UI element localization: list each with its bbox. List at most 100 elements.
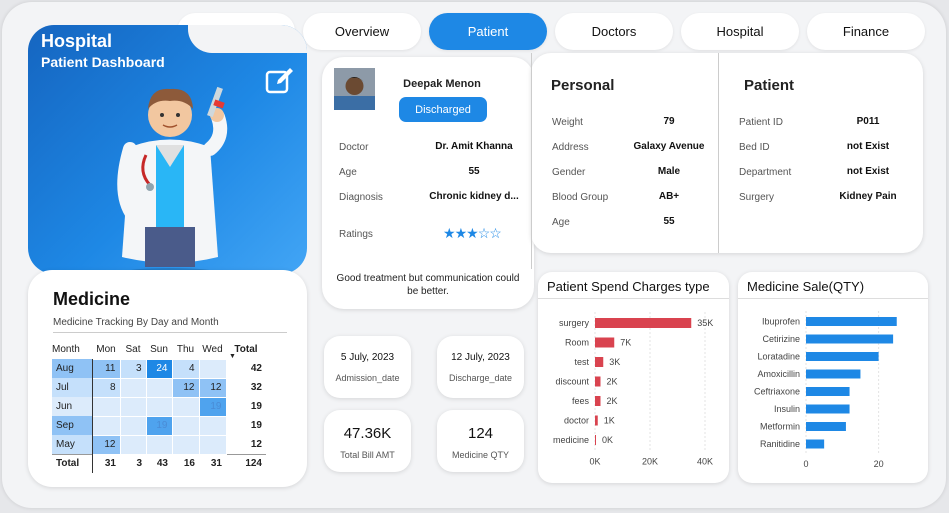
personal-age-value: 55	[663, 216, 675, 227]
tab-doctors[interactable]: Doctors	[555, 13, 673, 50]
matrix-cell: 19	[145, 415, 173, 436]
bar[interactable]	[806, 334, 894, 344]
gender-label: Gender	[552, 167, 586, 178]
matrix-month-cell: Jun	[52, 397, 93, 416]
bar[interactable]	[595, 337, 615, 348]
matrix-total-cell: Total	[52, 453, 93, 473]
discharged-status-button[interactable]: Discharged	[399, 97, 487, 122]
matrix-month-cell: May	[52, 435, 93, 454]
address-label: Address	[552, 142, 589, 153]
matrix-total-cell: 19	[250, 420, 262, 431]
matrix-cell: 19	[198, 396, 227, 417]
weight-value: 79	[663, 116, 675, 127]
edit-icon[interactable]	[264, 65, 296, 97]
divider	[538, 298, 729, 299]
blood-group-label: Blood Group	[552, 192, 609, 203]
bar[interactable]	[806, 317, 897, 326]
total-row: Total 31 3 43 16 31 124	[52, 453, 266, 473]
divider	[738, 298, 928, 299]
hero-title: Hospital	[41, 31, 113, 51]
tab-finance[interactable]: Finance	[807, 13, 925, 50]
star-filled-icon: ★	[454, 225, 468, 241]
x-tick-label: 20	[874, 459, 884, 469]
matrix-total-cell: 12	[250, 438, 262, 450]
medicine-sale-card: Medicine Sale(QTY) 0 20 Ibuprofen Cetirizin…	[738, 272, 928, 483]
medicine-title: Medicine	[53, 289, 131, 309]
surgery-value: Kidney Pain	[839, 191, 897, 202]
category-label: Loratadine	[757, 352, 800, 362]
patient-comment: Good treatment but communication could b…	[336, 273, 520, 297]
table-row[interactable]: Jun 19 19	[52, 396, 266, 417]
department-label: Department	[739, 167, 792, 178]
total-header-label: Total	[234, 344, 258, 355]
matrix-header[interactable]: Month	[52, 340, 92, 359]
matrix-header[interactable]: Wed	[199, 340, 226, 359]
bar[interactable]	[806, 404, 850, 414]
matrix-cell	[171, 415, 200, 436]
bar[interactable]	[806, 369, 861, 379]
category-label: Insulin	[774, 404, 800, 414]
hero-notch	[188, 25, 307, 53]
matrix-cell	[119, 396, 147, 417]
divider	[531, 53, 532, 269]
table-row[interactable]: Aug 11 3 24 4 42	[52, 358, 266, 379]
bar[interactable]	[806, 352, 879, 361]
bar[interactable]	[595, 435, 596, 445]
table-row[interactable]: Sep 19 19	[52, 415, 266, 436]
matrix-cell: 8	[91, 377, 121, 398]
matrix-total-cell: 43	[146, 453, 172, 473]
star-empty-icon: ☆	[477, 225, 491, 241]
matrix-header[interactable]: Sat	[120, 340, 146, 359]
spend-chart-card: Patient Spend Charges type 0K 20K 40K surge…	[538, 272, 729, 483]
doctor-label: Doctor	[339, 142, 369, 153]
matrix-cell	[171, 434, 200, 455]
table-row[interactable]: May 12 12	[52, 434, 266, 455]
bar[interactable]	[806, 422, 846, 431]
matrix-month-cell: Aug	[52, 359, 93, 378]
tab-overview[interactable]: Overview	[303, 13, 421, 50]
department-value: not Exist	[846, 166, 890, 177]
personal-info-card: Personal Weight 79 Address Galaxy Avenue…	[531, 53, 923, 269]
category-label: discount	[555, 377, 589, 387]
admission-date-label: Admission_date	[335, 373, 400, 383]
tab-patient[interactable]: Patient	[429, 13, 547, 50]
patient-title: Patient	[744, 77, 795, 94]
total-bill-label: Total Bill AMT	[340, 450, 395, 460]
bar[interactable]	[595, 376, 601, 387]
matrix-header-total[interactable]: Total ▼	[226, 340, 266, 360]
table-row[interactable]: Jul 8 12 12 32	[52, 377, 266, 398]
discharge-date-value: 12 July, 2023	[451, 352, 510, 363]
bar[interactable]	[595, 357, 604, 367]
matrix-cell: 4	[171, 358, 200, 379]
matrix-header[interactable]: Thu	[172, 340, 199, 359]
category-label: Ceftriaxone	[754, 387, 800, 397]
matrix-cell: 3	[119, 358, 147, 379]
tab-hospital[interactable]: Hospital	[681, 13, 799, 50]
bed-id-label: Bed ID	[739, 142, 770, 153]
blood-group-value: AB+	[658, 191, 680, 202]
medicine-qty-card: 124 Medicine QTY	[437, 410, 524, 472]
bar[interactable]	[595, 415, 598, 426]
category-label: Cetirizine	[762, 334, 800, 344]
discharge-date-card: 12 July, 2023 Discharge_date	[437, 336, 524, 398]
bar[interactable]	[595, 396, 601, 406]
matrix-cell	[119, 377, 147, 398]
sort-desc-icon[interactable]: ▼	[229, 353, 236, 360]
matrix-total-cell: 42	[250, 363, 262, 374]
matrix-total-cell: 3	[120, 453, 146, 473]
matrix-cell: 12	[171, 377, 200, 398]
matrix-total-cell: 31	[92, 453, 120, 473]
bar[interactable]	[595, 318, 692, 328]
hero-card: Hospital Patient Dashboard	[28, 25, 307, 274]
patient-summary-card: Deepak Menon Discharged Doctor Dr. Amit …	[322, 57, 534, 309]
discharge-date-label: Discharge_date	[448, 373, 513, 383]
bar[interactable]	[806, 387, 850, 396]
matrix-month-cell: Jul	[52, 378, 93, 397]
doctor-illustration-icon	[117, 86, 228, 274]
matrix-header[interactable]: Mon	[92, 340, 120, 359]
personal-title: Personal	[551, 77, 615, 94]
matrix-header[interactable]: Sun	[146, 340, 172, 359]
bar[interactable]	[806, 439, 825, 449]
bed-id-value: not Exist	[846, 141, 890, 152]
diagnosis-value: Chronic kidney d...	[429, 191, 519, 202]
